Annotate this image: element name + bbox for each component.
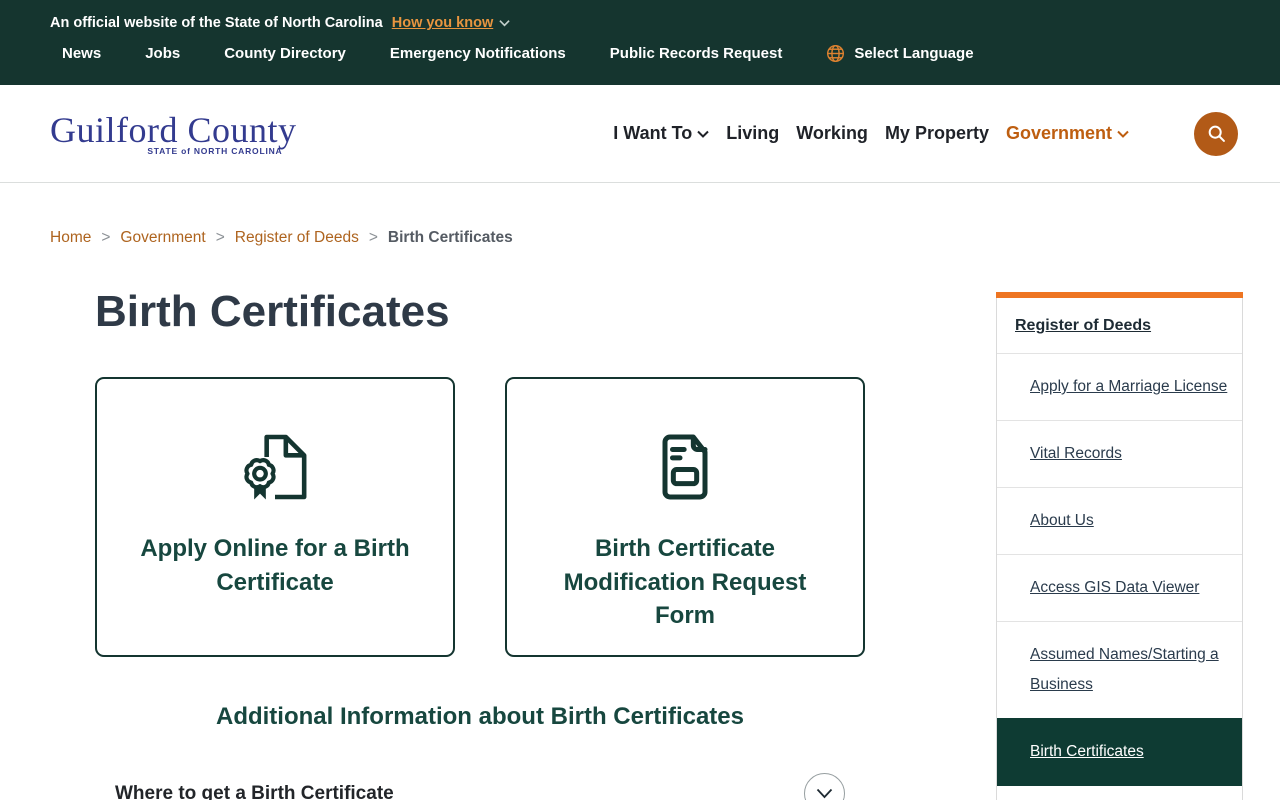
utility-nav-public-records-request[interactable]: Public Records Request [610,45,783,62]
page-title: Birth Certificates [95,287,450,336]
sidebar-item-assumed-names[interactable]: Assumed Names/Starting a Business [997,621,1242,718]
sidebar-item-death-certificates[interactable]: Death Certificates [997,785,1242,800]
card-label: Apply Online for a Birth Certificate [140,535,410,596]
nav-my-property-label: My Property [884,123,989,143]
sidebar-item-marriage-license[interactable]: Apply for a Marriage License [997,353,1242,420]
how-you-know-link[interactable]: How you know [392,15,494,31]
nav-government[interactable]: Government [1006,123,1129,144]
form-icon [645,427,725,507]
sidebar-item-gis-data-viewer[interactable]: Access GIS Data Viewer [997,554,1242,621]
section-sidebar: Register of Deeds Apply for a Marriage L… [996,292,1243,800]
chevron-down-icon [697,130,709,138]
chevron-down-icon [499,19,510,27]
breadcrumb: Home > Government > Register of Deeds > … [0,183,1280,247]
chevron-down-icon [1117,130,1129,138]
modification-request-form-card[interactable]: Birth Certificate Modification Request F… [505,377,865,657]
nav-government-label: Government [1005,123,1112,143]
main-content: Birth Certificates Apply Online for a Bi… [95,287,865,800]
language-selector-label: Select Language [854,45,974,62]
certificate-icon [235,427,315,507]
breadcrumb-register-of-deeds[interactable]: Register of Deeds [235,229,359,247]
nav-working-label: Working [796,123,868,143]
accordion-where-to-get[interactable]: Where to get a Birth Certificate [115,773,845,800]
breadcrumb-separator: > [101,229,111,246]
language-selector[interactable]: Select Language [826,44,974,63]
sidebar-item-vital-records[interactable]: Vital Records [997,420,1242,487]
main-nav: I Want To Living Working My Property Gov… [613,123,1129,144]
site-header: Guilford County STATE of NORTH CAROLINA … [0,85,1280,183]
sidebar-item-birth-certificates[interactable]: Birth Certificates [997,718,1242,785]
utility-nav-jobs[interactable]: Jobs [145,45,180,62]
breadcrumb-current: Birth Certificates [387,229,513,246]
nav-working[interactable]: Working [796,123,868,144]
page-content: Home > Government > Register of Deeds > … [0,183,1280,800]
utility-nav: News Jobs County Directory Emergency Not… [50,44,1280,63]
sidebar-menu: Register of Deeds Apply for a Marriage L… [996,298,1243,800]
government-banner: An official website of the State of Nort… [0,0,1280,85]
section-heading: Additional Information about Birth Certi… [215,703,744,730]
official-site-text: An official website of the State of Nort… [50,15,383,31]
logo-title: Guilford County [50,109,297,150]
guilford-county-logo[interactable]: Guilford County STATE of NORTH CAROLINA [50,112,297,156]
nav-living-label: Living [726,123,780,143]
nav-living[interactable]: Living [726,123,779,144]
search-icon [1206,123,1227,144]
utility-nav-county-directory[interactable]: County Directory [224,45,346,62]
action-cards: Apply Online for a Birth Certificate Bir… [95,377,865,657]
globe-icon [826,44,845,63]
nav-i-want-to-label: I Want To [613,123,693,143]
breadcrumb-government[interactable]: Government [120,229,205,247]
sidebar-title-register-of-deeds[interactable]: Register of Deeds [997,298,1242,353]
accordion-expand-button[interactable] [804,773,845,800]
breadcrumb-separator: > [368,229,378,246]
utility-nav-emergency-notifications[interactable]: Emergency Notifications [390,45,566,62]
search-button[interactable] [1194,111,1238,156]
card-label: Birth Certificate Modification Request F… [563,535,807,630]
apply-online-birth-certificate-card[interactable]: Apply Online for a Birth Certificate [95,377,455,657]
breadcrumb-home[interactable]: Home [50,229,91,247]
nav-i-want-to[interactable]: I Want To [613,123,709,144]
sidebar-item-about-us[interactable]: About Us [997,487,1242,554]
chevron-down-icon [816,788,833,799]
utility-nav-news[interactable]: News [62,45,101,62]
breadcrumb-separator: > [215,229,225,246]
accordion-label: Where to get a Birth Certificate [115,782,394,800]
nav-my-property[interactable]: My Property [885,123,989,144]
